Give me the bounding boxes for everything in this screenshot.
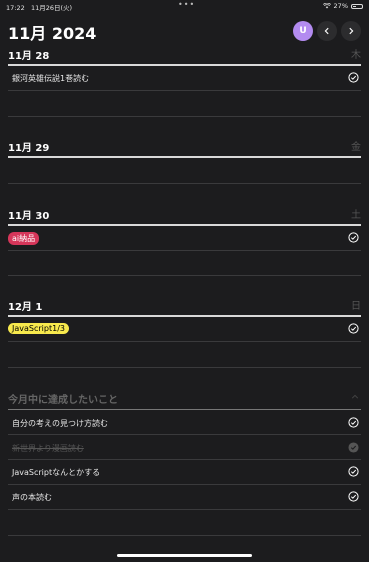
day-weekday: 金 — [351, 142, 361, 153]
battery-icon — [351, 3, 363, 9]
row-divider — [8, 250, 361, 251]
previous-month-button[interactable] — [317, 21, 337, 41]
monthly-goals-title: 今月中に達成したいこと — [8, 395, 118, 406]
row-divider — [8, 535, 361, 536]
next-month-button[interactable] — [341, 21, 361, 41]
day-header: 12月 1 日 — [8, 298, 361, 313]
checkmark-circle-icon[interactable] — [348, 72, 359, 83]
row-divider — [8, 183, 361, 184]
checkmark-circle-icon[interactable] — [348, 417, 359, 428]
row-divider — [8, 459, 361, 460]
home-indicator[interactable] — [117, 554, 252, 557]
wifi-icon — [322, 3, 331, 9]
day-title: 11月 28 — [8, 51, 50, 62]
day-header: 11月 28 木 — [8, 47, 361, 62]
header: 11月 2024 U — [0, 15, 369, 49]
row-divider — [8, 341, 361, 342]
row-divider — [8, 275, 361, 276]
day-divider — [8, 156, 361, 158]
day-header: 11月 29 金 — [8, 139, 361, 154]
goal-row[interactable]: 自分の考えの見つけ方読む — [8, 414, 361, 434]
checkmark-circle-icon[interactable] — [348, 232, 359, 243]
day-weekday: 日 — [351, 301, 361, 312]
task-row[interactable]: ai納品 — [8, 229, 361, 249]
day-header: 11月 30 土 — [8, 207, 361, 222]
avatar[interactable]: U — [293, 21, 313, 41]
section-divider — [8, 409, 361, 410]
checkmark-circle-icon[interactable] — [348, 466, 359, 477]
day-title: 11月 30 — [8, 211, 50, 222]
goal-row[interactable]: JavaScriptなんとかする — [8, 463, 361, 483]
checkmark-filled-icon[interactable] — [348, 442, 359, 453]
day-divider — [8, 315, 361, 317]
checkmark-circle-icon[interactable] — [348, 323, 359, 334]
task-row[interactable]: JavaScript1/3 — [8, 320, 361, 340]
status-date: 11月26日(火) — [30, 4, 73, 12]
goal-row[interactable]: 声の本読む — [8, 488, 361, 508]
task-text: 銀河英雄伝説1巻読む — [12, 74, 90, 83]
row-divider — [8, 484, 361, 485]
day-title: 11月 29 — [8, 143, 50, 154]
goal-text: 新世界より漫画読む — [12, 444, 84, 453]
goal-text: 声の本読む — [12, 493, 52, 502]
chevron-left-icon — [324, 27, 329, 35]
multitasking-dots[interactable]: ••• — [178, 0, 195, 9]
task-tag: ai納品 — [8, 232, 40, 245]
goal-text: JavaScriptなんとかする — [12, 468, 101, 477]
goal-text: 自分の考えの見つけ方読む — [12, 419, 108, 428]
status-bar: 17:22 11月26日(火) ••• 27% — [0, 0, 369, 12]
checkmark-circle-icon[interactable] — [348, 491, 359, 502]
page-title: 11月 2024 — [8, 24, 97, 43]
row-divider — [8, 509, 361, 510]
status-time: 17:22 11月26日(火) — [6, 2, 72, 12]
day-divider — [8, 224, 361, 226]
goal-row[interactable]: 新世界より漫画読む — [8, 439, 361, 459]
row-divider — [8, 367, 361, 368]
row-divider — [8, 116, 361, 117]
chevron-up-icon[interactable] — [351, 393, 359, 401]
battery-percent: 27% — [333, 2, 348, 10]
row-divider — [8, 90, 361, 91]
status-right: 27% — [322, 2, 363, 10]
day-divider — [8, 64, 361, 66]
task-row[interactable]: 銀河英雄伝説1巻読む — [8, 69, 361, 89]
day-title: 12月 1 — [8, 302, 43, 313]
row-divider — [8, 434, 361, 435]
status-clock: 17:22 — [6, 4, 25, 12]
day-weekday: 木 — [351, 50, 361, 61]
day-weekday: 土 — [351, 210, 361, 221]
chevron-right-icon — [349, 27, 354, 35]
task-tag: JavaScript1/3 — [8, 323, 69, 334]
